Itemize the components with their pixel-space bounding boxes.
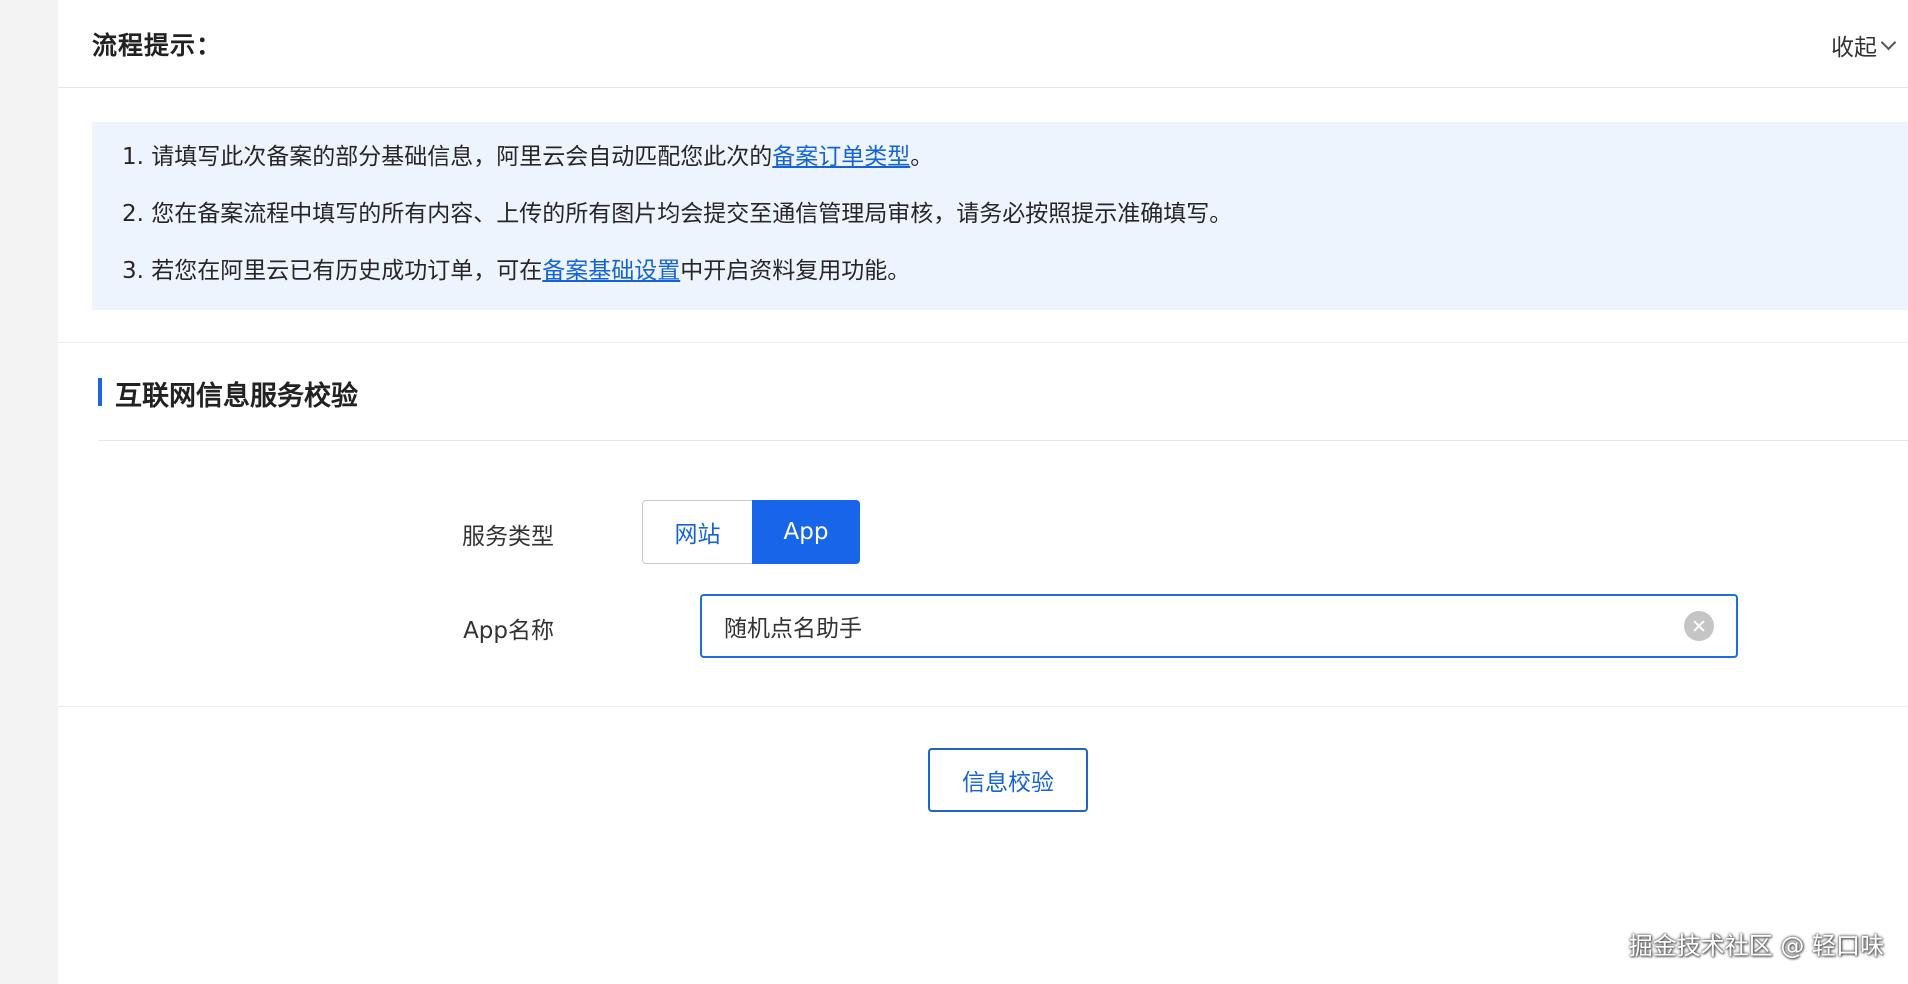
verify-button[interactable]: 信息校验 bbox=[928, 748, 1088, 812]
tip-text: 3. 若您在阿里云已有历史成功订单，可在 bbox=[122, 258, 543, 284]
flow-title: 流程提示： bbox=[92, 31, 223, 60]
collapse-toggle[interactable]: 收起 bbox=[1831, 28, 1897, 62]
left-gutter bbox=[0, 0, 58, 984]
collapse-label: 收起 bbox=[1831, 35, 1877, 61]
tips-box: 1. 请填写此次备案的部分基础信息，阿里云会自动匹配您此次的备案订单类型。 2.… bbox=[92, 122, 1908, 310]
divider bbox=[58, 706, 1908, 707]
tip-item-2: 2. 您在备案流程中填写的所有内容、上传的所有图片均会提交至通信管理局审核，请务… bbox=[122, 199, 1232, 229]
chevron-down-icon bbox=[1880, 34, 1897, 50]
service-type-toggle: 网站 App bbox=[642, 500, 860, 564]
tip-item-3: 3. 若您在阿里云已有历史成功订单，可在备案基础设置中开启资料复用功能。 bbox=[122, 256, 910, 286]
tip-text: 。 bbox=[910, 144, 934, 170]
order-type-link[interactable]: 备案订单类型 bbox=[772, 144, 910, 170]
app-name-field bbox=[700, 594, 1738, 658]
divider bbox=[98, 440, 1908, 441]
tip-text: 2. 您在备案流程中填写的所有内容、上传的所有图片均会提交至通信管理局审核，请务… bbox=[122, 201, 1233, 227]
main-panel: 流程提示： 收起 1. 请填写此次备案的部分基础信息，阿里云会自动匹配您此次的备… bbox=[58, 0, 1908, 984]
flow-header: 流程提示： 收起 bbox=[58, 0, 1908, 88]
section-title: 互联网信息服务校验 bbox=[115, 381, 358, 412]
divider bbox=[58, 342, 1908, 343]
watermark: 掘金技术社区 @ 轻口味 bbox=[1628, 932, 1884, 960]
clear-icon[interactable] bbox=[1684, 611, 1714, 641]
tip-text: 中开启资料复用功能。 bbox=[680, 258, 911, 284]
app-name-input[interactable] bbox=[724, 596, 1664, 656]
service-option-app[interactable]: App bbox=[752, 500, 860, 564]
tip-text: 1. 请填写此次备案的部分基础信息，阿里云会自动匹配您此次的 bbox=[122, 144, 773, 170]
basic-settings-link[interactable]: 备案基础设置 bbox=[542, 258, 680, 284]
service-option-website[interactable]: 网站 bbox=[642, 500, 752, 564]
app-root: 流程提示： 收起 1. 请填写此次备案的部分基础信息，阿里云会自动匹配您此次的备… bbox=[0, 0, 1908, 984]
app-name-label: App名称 bbox=[463, 618, 554, 644]
service-type-label: 服务类型 bbox=[462, 524, 554, 550]
section-accent-bar bbox=[98, 378, 102, 406]
tip-item-1: 1. 请填写此次备案的部分基础信息，阿里云会自动匹配您此次的备案订单类型。 bbox=[122, 142, 933, 172]
